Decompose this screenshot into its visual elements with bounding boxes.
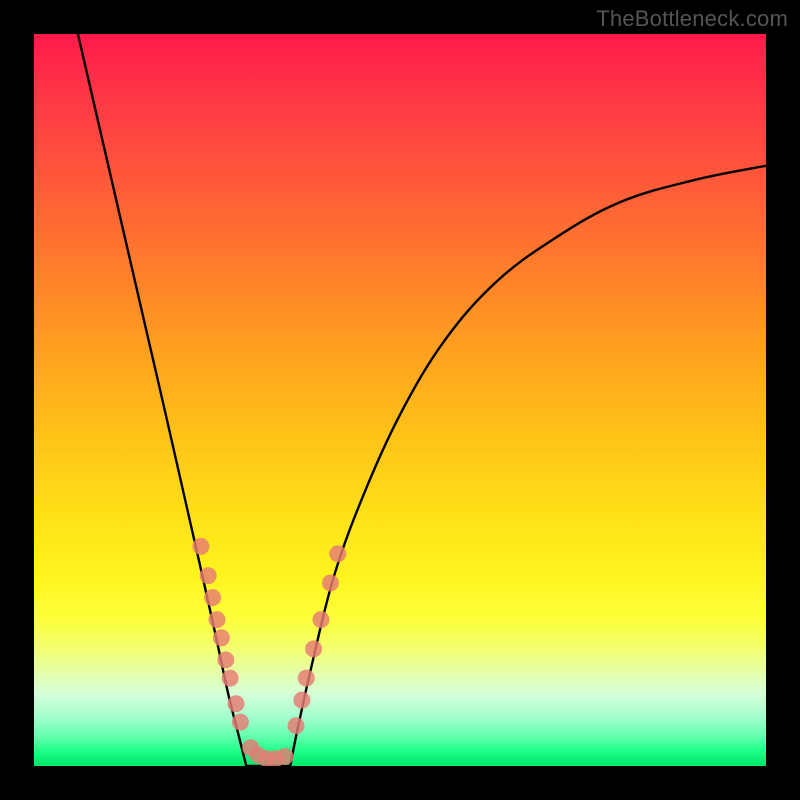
scatter-dot: [213, 629, 230, 646]
scatter-dot: [200, 567, 217, 584]
scatter-dot: [228, 695, 245, 712]
scatter-dot: [298, 670, 315, 687]
scatter-dot: [288, 717, 305, 734]
outer-frame: TheBottleneck.com: [0, 0, 800, 800]
scatter-dot: [322, 575, 339, 592]
scatter-dot: [312, 611, 329, 628]
scatter-dot: [192, 538, 209, 555]
scatter-dot: [232, 714, 249, 731]
scatter-dot: [305, 640, 322, 657]
scatter-dot: [329, 545, 346, 562]
scatter-dot: [222, 670, 239, 687]
scatter-dot: [204, 589, 221, 606]
plot-area: [34, 34, 766, 766]
scatter-dots: [192, 538, 346, 766]
scatter-dot: [217, 651, 234, 668]
scatter-dot: [209, 611, 226, 628]
scatter-dot: [277, 748, 294, 765]
scatter-dot: [293, 692, 310, 709]
chart-overlay: [34, 34, 766, 766]
watermark-text: TheBottleneck.com: [596, 6, 788, 32]
right-curve: [290, 166, 766, 766]
